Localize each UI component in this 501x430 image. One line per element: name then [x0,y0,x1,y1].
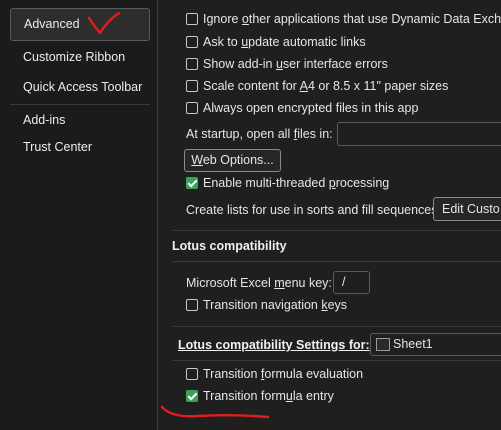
startup-folder-label: At startup, open all files in: [186,127,333,141]
checkbox[interactable] [186,102,198,114]
lotus-settings-title: Lotus compatibility Settings for: [178,338,370,352]
multithreaded-label: Enable multi-threaded processing [203,176,390,190]
checkbox[interactable] [186,390,198,402]
startup-folder-input[interactable] [337,122,501,146]
create-lists-label: Create lists for use in sorts and fill s… [186,203,441,217]
checkbox[interactable] [186,80,198,92]
show-addin-errors-label: Show add-in user interface errors [203,57,388,71]
checkbox[interactable] [186,299,198,311]
menu-key-label: Microsoft Excel menu key: [186,276,332,290]
sidebar-item-advanced[interactable]: Advanced [10,8,150,41]
edit-custom-lists-button[interactable]: Edit Custo [433,197,501,221]
sidebar-item-trust-center[interactable]: Trust Center [10,132,150,162]
sheet-select-value: Sheet1 [393,337,433,351]
checkbox[interactable] [186,368,198,380]
section-divider [172,261,501,262]
transition-formula-eval-label: Transition formula evaluation [203,367,364,381]
sidebar-item-customize-ribbon[interactable]: Customize Ribbon [10,42,150,72]
checkbox[interactable] [186,58,198,70]
transition-nav-keys-label: Transition navigation keys [203,298,348,312]
ignore-dde-label: Ignore other applications that use Dynam… [203,12,501,26]
annotation-checkmark [87,11,121,35]
menu-key-input[interactable]: / [333,271,370,294]
annotation-underline [160,405,270,419]
open-encrypted-label: Always open encrypted files in this app [203,101,419,115]
checkbox[interactable] [186,13,198,25]
sheet-icon [376,338,390,351]
checkbox[interactable] [186,36,198,48]
web-options-button[interactable]: Web Options... [184,149,281,172]
sidebar-divider [157,0,158,430]
checkbox[interactable] [186,177,198,189]
scale-content-label: Scale content for A4 or 8.5 x 11" paper … [203,79,449,93]
section-divider [172,360,501,361]
transition-formula-entry-label: Transition formula entry [203,389,334,403]
sidebar-item-add-ins[interactable]: Add-ins [10,105,150,135]
sheet-select[interactable]: Sheet1 [370,333,501,356]
section-divider [172,230,501,231]
sidebar-item-quick-access-toolbar[interactable]: Quick Access Toolbar [10,72,150,102]
ask-update-links-label: Ask to update automatic links [203,35,366,49]
lotus-compat-title: Lotus compatibility [172,239,287,253]
section-divider [172,326,501,327]
